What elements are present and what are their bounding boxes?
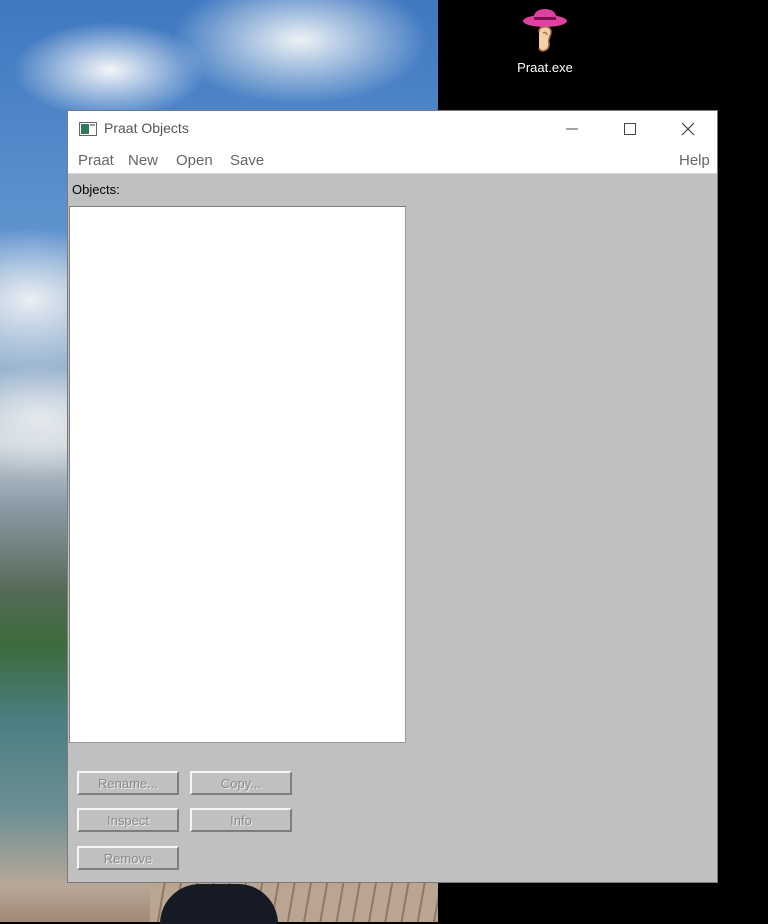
menu-open[interactable]: Open [176, 152, 213, 169]
desktop-icon-praat[interactable]: Praat.exe [505, 6, 585, 75]
inspect-button[interactable]: Inspect [77, 808, 179, 832]
menu-praat[interactable]: Praat [78, 152, 114, 169]
menu-help[interactable]: Help [679, 152, 710, 169]
desktop-icon-label: Praat.exe [517, 60, 573, 75]
minimize-icon [566, 128, 578, 130]
praat-objects-window: Praat Objects Praat New Open Save Help O… [67, 110, 718, 883]
maximize-icon [624, 123, 636, 135]
title-bar[interactable]: Praat Objects [68, 111, 717, 147]
window-app-icon [79, 122, 97, 136]
window-content: Objects: Rename... Copy... Inspect Info … [68, 174, 717, 883]
remove-button[interactable]: Remove [77, 846, 179, 870]
wallpaper-person [160, 884, 278, 924]
close-icon [681, 122, 695, 136]
copy-button[interactable]: Copy... [190, 771, 292, 795]
menu-new[interactable]: New [128, 152, 158, 169]
praat-ear-hat-icon [523, 9, 567, 52]
minimize-button[interactable] [543, 111, 601, 147]
info-button[interactable]: Info [190, 808, 292, 832]
window-title: Praat Objects [104, 120, 189, 136]
rename-button[interactable]: Rename... [77, 771, 179, 795]
menu-bar: Praat New Open Save Help [68, 147, 717, 174]
objects-label: Objects: [72, 182, 120, 197]
objects-list[interactable] [69, 206, 406, 743]
maximize-button[interactable] [601, 111, 659, 147]
menu-save[interactable]: Save [230, 152, 264, 169]
close-button[interactable] [659, 111, 717, 147]
